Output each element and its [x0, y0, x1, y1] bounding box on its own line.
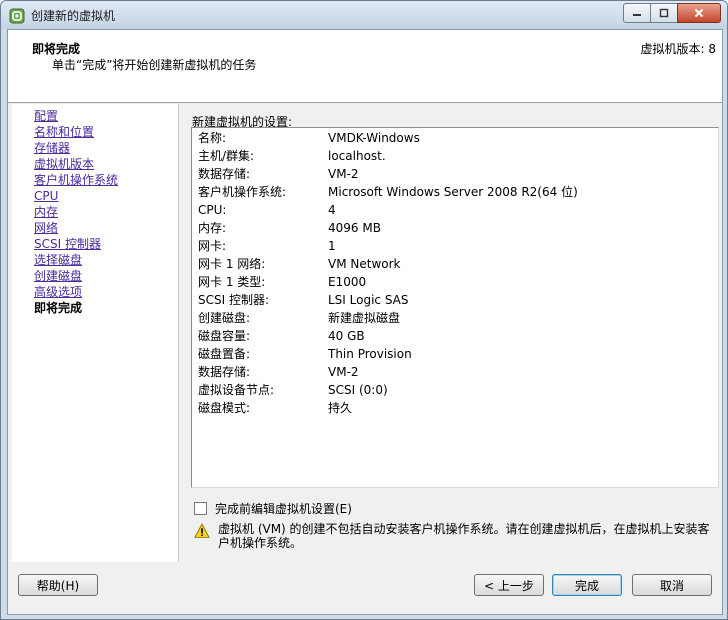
settings-value: 40 GB	[328, 329, 365, 343]
settings-row: 网卡 1 类型: E1000	[198, 273, 708, 291]
minimize-icon[interactable]	[623, 3, 651, 23]
nav-step-name-location[interactable]: 名称和位置	[34, 124, 94, 140]
wizard-client-area: 即将完成 单击“完成”将开始创建新虚拟机的任务 虚拟机版本: 8 配置 名称和位…	[7, 29, 723, 615]
edit-settings-checkbox-label[interactable]: 完成前编辑虚拟机设置(E)	[215, 500, 352, 517]
settings-row: CPU: 4	[198, 201, 708, 219]
finish-button[interactable]: 完成	[552, 574, 622, 596]
nav-step-select-disk[interactable]: 选择磁盘	[34, 252, 82, 268]
settings-key: 客户机操作系统:	[198, 185, 287, 199]
maximize-icon[interactable]	[650, 3, 678, 23]
settings-row: 网卡 1 网络: VM Network	[198, 255, 708, 273]
settings-value: VM-2	[328, 365, 359, 379]
edit-settings-checkbox[interactable]	[194, 502, 207, 515]
settings-key: 数据存储:	[198, 167, 251, 181]
nav-step-scsi-controller[interactable]: SCSI 控制器	[34, 236, 101, 252]
wizard-step-nav: 配置 名称和位置 存储器 虚拟机版本 客户机操作系统 CPU 内存 网络 SCS…	[12, 104, 179, 562]
page-subtitle: 单击“完成”将开始创建新虚拟机的任务	[52, 58, 257, 72]
settings-key: 网卡 1 网络:	[198, 257, 266, 271]
settings-value: Thin Provision	[328, 347, 412, 361]
settings-value: 4	[328, 203, 336, 217]
settings-summary-list: 名称: VMDK-Windows 主机/群集: localhost. 数据存储: VM…	[191, 127, 719, 488]
guest-os-warning-text: 虚拟机 (VM) 的创建不包括自动安装客户机操作系统。请在创建虚拟机后，在虚拟机…	[218, 522, 710, 550]
back-button[interactable]: < 上一步	[474, 574, 544, 596]
nav-step-advanced[interactable]: 高级选项	[34, 284, 82, 300]
settings-key: 磁盘容量:	[198, 329, 251, 343]
nav-step-storage[interactable]: 存储器	[34, 140, 70, 156]
title-bar[interactable]: 创建新的虚拟机	[1, 1, 727, 29]
nav-step-guest-os[interactable]: 客户机操作系统	[34, 172, 118, 188]
settings-value: VM Network	[328, 257, 401, 271]
nav-step-cpu[interactable]: CPU	[34, 188, 58, 204]
settings-value: localhost.	[328, 149, 386, 163]
settings-key: 网卡:	[198, 239, 227, 253]
settings-row: 数据存储: VM-2	[198, 363, 708, 381]
settings-row: SCSI 控制器: LSI Logic SAS	[198, 291, 708, 309]
nav-step-vm-version[interactable]: 虚拟机版本	[34, 156, 94, 172]
settings-value: VMDK-Windows	[328, 131, 420, 145]
settings-row: 磁盘置备: Thin Provision	[198, 345, 708, 363]
cancel-button[interactable]: 取消	[632, 574, 712, 596]
settings-row: 内存: 4096 MB	[198, 219, 708, 237]
help-button[interactable]: 帮助(H)	[18, 574, 98, 596]
wizard-window: 创建新的虚拟机 即将完成 单击“完成”将开始创建新虚拟机的任务 虚拟机版本: 8…	[0, 0, 728, 620]
settings-row: 磁盘模式: 持久	[198, 399, 708, 417]
wizard-header: 即将完成 单击“完成”将开始创建新虚拟机的任务 虚拟机版本: 8	[8, 30, 722, 103]
settings-value: 新建虚拟磁盘	[328, 311, 401, 325]
window-controls	[623, 3, 721, 23]
settings-value: Microsoft Windows Server 2008 R2(64 位)	[328, 185, 578, 199]
settings-key: CPU:	[198, 203, 227, 217]
settings-row: 磁盘容量: 40 GB	[198, 327, 708, 345]
nav-step-create-disk[interactable]: 创建磁盘	[34, 268, 82, 284]
nav-step-ready-to-complete: 即将完成	[34, 301, 83, 315]
nav-step-config[interactable]: 配置	[34, 108, 58, 124]
nav-step-network[interactable]: 网络	[34, 220, 58, 236]
window-title: 创建新的虚拟机	[31, 9, 116, 23]
settings-row: 主机/群集: localhost.	[198, 147, 708, 165]
vsphere-app-icon	[9, 8, 25, 24]
edit-settings-checkbox-row[interactable]: 完成前编辑虚拟机设置(E)	[194, 500, 352, 517]
close-icon[interactable]	[677, 3, 721, 23]
nav-step-memory[interactable]: 内存	[34, 204, 58, 220]
page-title: 即将完成	[32, 42, 81, 56]
settings-row: 客户机操作系统: Microsoft Windows Server 2008 R2…	[198, 183, 708, 201]
settings-key: 数据存储:	[198, 365, 251, 379]
settings-row: 创建磁盘: 新建虚拟磁盘	[198, 309, 708, 327]
vm-version-label: 虚拟机版本: 8	[640, 42, 717, 56]
settings-value: 4096 MB	[328, 221, 381, 235]
warning-icon	[194, 523, 210, 538]
settings-key: 创建磁盘:	[198, 311, 251, 325]
settings-key: 内存:	[198, 221, 227, 235]
settings-row: 数据存储: VM-2	[198, 165, 708, 183]
settings-key: 网卡 1 类型:	[198, 275, 266, 289]
settings-key: SCSI 控制器:	[198, 293, 270, 307]
settings-value: 持久	[328, 401, 353, 415]
settings-value: E1000	[328, 275, 367, 289]
settings-value: 1	[328, 239, 336, 253]
settings-key: 主机/群集:	[198, 149, 255, 163]
settings-value: VM-2	[328, 167, 359, 181]
settings-value: LSI Logic SAS	[328, 293, 409, 307]
settings-key: 磁盘置备:	[198, 347, 251, 361]
settings-value: SCSI (0:0)	[328, 383, 388, 397]
settings-row: 名称: VMDK-Windows	[198, 129, 708, 147]
settings-key: 虚拟设备节点:	[198, 383, 275, 397]
settings-row: 网卡: 1	[198, 237, 708, 255]
settings-row: 虚拟设备节点: SCSI (0:0)	[198, 381, 708, 399]
settings-key: 磁盘模式:	[198, 401, 251, 415]
settings-key: 名称:	[198, 131, 227, 145]
